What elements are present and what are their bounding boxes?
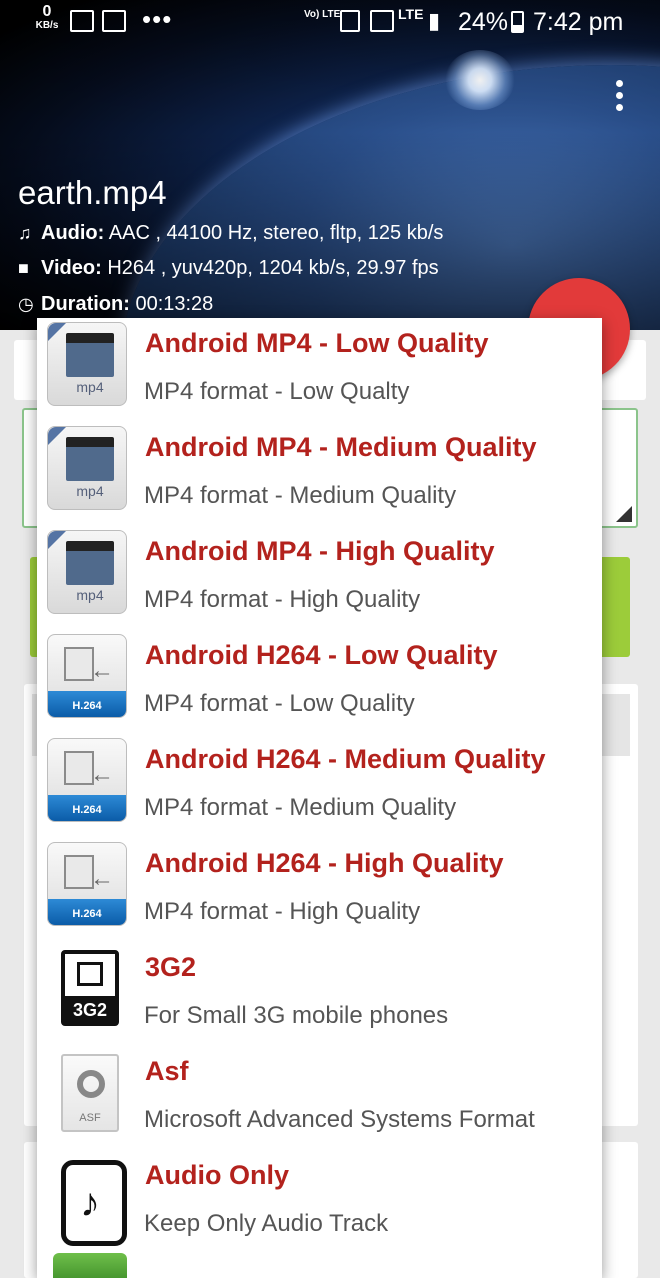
mp4-icon: mp4 bbox=[45, 322, 129, 410]
format-description: Keep Only Audio Track bbox=[144, 1210, 389, 1237]
clock-icon: ◷ bbox=[18, 294, 34, 314]
status-bar: 0 KB/s ••• Vo) LTE LTE ▮ 24% 7:42 pm bbox=[0, 0, 660, 46]
net-speed-indicator: 0 KB/s bbox=[35, 3, 59, 32]
format-title: Android H264 - High Quality bbox=[145, 848, 504, 878]
gallery-icon bbox=[102, 10, 126, 32]
format-title: Android MP4 - High Quality bbox=[145, 536, 495, 566]
h264-icon: ← H.264 bbox=[45, 634, 129, 722]
format-item-audio-only[interactable]: ♪ Audio Only Keep Only Audio Track bbox=[37, 1150, 602, 1254]
lte-icon: LTE bbox=[398, 6, 424, 22]
sim-icon bbox=[340, 10, 360, 32]
format-item-asf[interactable]: ASF Asf Microsoft Advanced Systems Forma… bbox=[37, 1046, 602, 1150]
signal-chart-icon bbox=[70, 10, 94, 32]
duration-info: ◷ Duration: 00:13:28 bbox=[18, 293, 214, 315]
video-info: ■ Video: H264 , yuv420p, 1204 kb/s, 29.97… bbox=[18, 257, 439, 279]
format-item-android-mp4-low[interactable]: mp4 Android MP4 - Low Quality MP4 format… bbox=[37, 318, 602, 422]
format-description: MP4 format - Medium Quality bbox=[144, 794, 457, 821]
format-title: Android H264 - Low Quality bbox=[145, 640, 498, 670]
battery-icon bbox=[511, 11, 524, 33]
file-name: earth.mp4 bbox=[18, 174, 167, 211]
video-camera-icon: ■ bbox=[18, 258, 29, 278]
format-title: Android H264 - Medium Quality bbox=[145, 744, 546, 774]
audio-info: ♫ Audio: AAC , 44100 Hz, stereo, fltp, 12… bbox=[18, 222, 444, 244]
signal-strength-icon bbox=[370, 10, 394, 32]
more-notifications-icon: ••• bbox=[142, 4, 173, 34]
format-title: Android MP4 - Low Quality bbox=[145, 328, 489, 358]
h264-icon: ← H.264 bbox=[45, 738, 129, 826]
mp4-icon: mp4 bbox=[45, 530, 129, 618]
format-title: Audio Only bbox=[145, 1160, 289, 1190]
format-item-3g2[interactable]: 3G2 3G2 For Small 3G mobile phones bbox=[37, 942, 602, 1046]
format-item-android-mp4-high[interactable]: mp4 Android MP4 - High Quality MP4 forma… bbox=[37, 526, 602, 630]
format-description: MP4 format - High Quality bbox=[144, 586, 421, 613]
battery-percent: 24% bbox=[458, 8, 509, 36]
format-description: MP4 format - High Quality bbox=[144, 898, 421, 925]
format-title: Android MP4 - Medium Quality bbox=[145, 432, 537, 462]
format-description: MP4 format - Low Quality bbox=[144, 690, 415, 717]
audio-file-icon: ♪ bbox=[45, 1154, 129, 1246]
3g2-icon: 3G2 bbox=[45, 946, 129, 1034]
format-item-android-h264-low[interactable]: ← H.264 Android H264 - Low Quality MP4 fo… bbox=[37, 630, 602, 734]
h264-icon: ← H.264 bbox=[45, 842, 129, 930]
format-item-android-mp4-medium[interactable]: mp4 Android MP4 - Medium Quality MP4 for… bbox=[37, 422, 602, 526]
format-description: Microsoft Advanced Systems Format bbox=[144, 1106, 535, 1133]
mp4-icon: mp4 bbox=[45, 426, 129, 514]
volte-icon: Vo) LTE bbox=[304, 9, 341, 20]
asf-icon: ASF bbox=[45, 1050, 129, 1138]
cell-signal-icon: ▮ bbox=[428, 8, 441, 33]
partial-format-icon bbox=[53, 1253, 127, 1278]
format-title: 3G2 bbox=[145, 952, 197, 982]
format-item-android-h264-high[interactable]: ← H.264 Android H264 - High Quality MP4 f… bbox=[37, 838, 602, 942]
format-description: For Small 3G mobile phones bbox=[144, 1002, 449, 1029]
clock: 7:42 pm bbox=[533, 8, 624, 36]
format-description: MP4 format - Medium Quality bbox=[144, 482, 457, 509]
format-description: MP4 format - Low Qualty bbox=[144, 378, 410, 405]
overflow-menu-icon[interactable] bbox=[608, 80, 632, 114]
format-title: Asf bbox=[145, 1056, 189, 1086]
audio-wave-icon: ♫ bbox=[18, 223, 32, 243]
format-item-android-h264-medium[interactable]: ← H.264 Android H264 - Medium Quality MP4… bbox=[37, 734, 602, 838]
format-selection-menu: mp4 Android MP4 - Low Quality MP4 format… bbox=[37, 318, 602, 1278]
